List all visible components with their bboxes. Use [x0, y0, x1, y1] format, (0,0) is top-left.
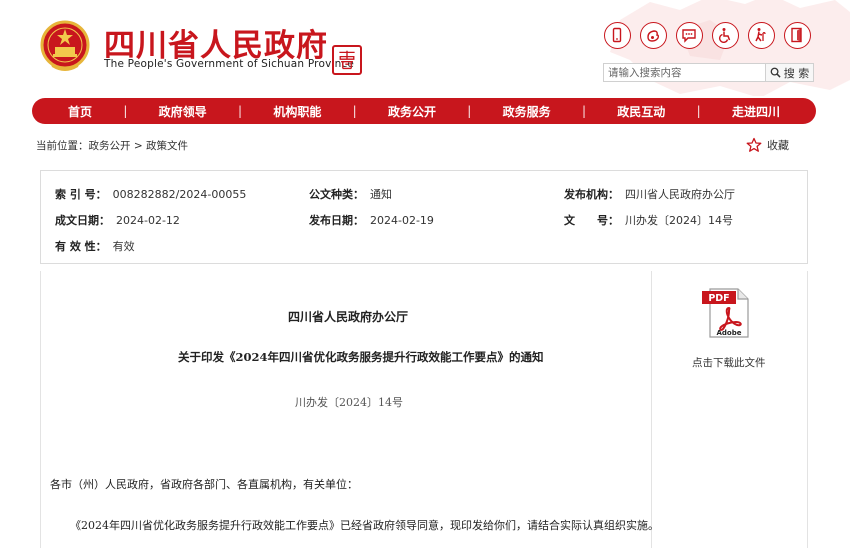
search-icon [770, 67, 781, 78]
document-title: 关于印发《2024年四川省优化政务服务提升行政效能工作要点》的通知 [178, 350, 544, 364]
meta-published-label: 发布日期： [309, 214, 364, 227]
meta-org-value: 四川省人民政府办公厅 [625, 188, 735, 201]
nav-item-public-affairs[interactable]: 政务公开 [388, 103, 436, 120]
document-meta-table: 索 引 号： 008282882/2024-00055 公文种类： 通知 发布机构：… [40, 170, 808, 264]
nav-separator: | [123, 104, 128, 118]
download-file-link[interactable]: 点击下载此文件 [692, 355, 766, 370]
document-content-area [40, 271, 808, 548]
meta-created-label: 成文日期： [55, 214, 110, 227]
search-button-label: 搜 索 [783, 66, 810, 80]
search-input[interactable] [603, 63, 766, 82]
site-header: 四川省人民政府 The People's Government of Sichu… [0, 0, 850, 96]
mobile-icon[interactable] [604, 22, 631, 49]
nav-item-home[interactable]: 首页 [68, 103, 92, 120]
meta-org-label: 发布机构： [564, 188, 619, 201]
nav-item-interaction[interactable]: 政民互动 [617, 103, 665, 120]
favorite-button[interactable]: 收藏 [746, 137, 789, 153]
exit-door-icon[interactable] [784, 22, 811, 49]
nav-item-services[interactable]: 政务服务 [503, 103, 551, 120]
main-nav: 首页 | 政府领导 | 机构职能 | 政务公开 | 政务服务 | 政民互动 | … [32, 98, 816, 124]
meta-created: 成文日期： 2024-02-12 [55, 212, 180, 228]
nav-separator: | [467, 104, 472, 118]
breadcrumb: 当前位置：政务公开 > 政策文件 [36, 138, 188, 153]
china-sichuan-seal-logo [332, 45, 362, 75]
breadcrumb-item-public-affairs[interactable]: 政务公开 [89, 140, 131, 152]
breadcrumb-prefix: 当前位置： [36, 140, 89, 152]
meta-docno-label: 文 号： [564, 214, 619, 227]
site-subtitle: The People's Government of Sichuan Provi… [104, 58, 355, 70]
star-icon [746, 137, 762, 152]
meta-type-label: 公文种类： [309, 188, 364, 201]
document-number: 川办发〔2024〕14号 [295, 396, 403, 409]
meta-org: 发布机构： 四川省人民政府办公厅 [564, 186, 735, 202]
nav-separator: | [581, 104, 586, 118]
quick-access-icons [604, 22, 812, 50]
meta-docno-value: 川办发〔2024〕14号 [625, 214, 733, 227]
nav-separator: | [696, 104, 701, 118]
meta-validity-value: 有效 [112, 240, 135, 253]
breadcrumb-item-policy-docs[interactable]: 政策文件 [146, 140, 188, 152]
meta-published: 发布日期： 2024-02-19 [309, 212, 434, 228]
meta-type: 公文种类： 通知 [309, 186, 392, 202]
search-button[interactable]: 搜 索 [766, 63, 814, 82]
favorite-label: 收藏 [767, 139, 789, 152]
meta-type-value: 通知 [370, 188, 392, 201]
meta-validity: 有 效 性： 有效 [55, 238, 135, 254]
pdf-file-icon[interactable]: PDF Adobe [702, 287, 752, 339]
nav-item-leaders[interactable]: 政府领导 [159, 103, 207, 120]
content-divider [651, 271, 652, 548]
meta-index: 索 引 号： 008282882/2024-00055 [55, 186, 246, 202]
meta-index-label: 索 引 号： [55, 188, 107, 201]
nav-item-about-sichuan[interactable]: 走进四川 [732, 103, 780, 120]
meta-validity-label: 有 效 性： [55, 240, 107, 253]
accessibility-icon[interactable] [712, 22, 739, 49]
meta-created-value: 2024-02-12 [116, 214, 180, 227]
meta-index-value: 008282882/2024-00055 [112, 188, 247, 201]
nav-item-functions[interactable]: 机构职能 [273, 103, 321, 120]
pdf-badge-text: PDF [708, 293, 729, 304]
message-icon[interactable] [676, 22, 703, 49]
pdf-brand-text: Adobe [717, 329, 742, 337]
elderly-care-icon[interactable] [748, 22, 775, 49]
nav-separator: | [352, 104, 357, 118]
national-emblem-icon [40, 20, 90, 71]
nav-separator: | [237, 104, 243, 118]
breadcrumb-separator: > [130, 140, 146, 152]
document-issuer: 四川省人民政府办公厅 [288, 310, 409, 324]
document-addressee: 各市（州）人民政府，省政府各部门、各直属机构，有关单位： [50, 478, 358, 491]
document-paragraph: 《2024年四川省优化政务服务提升行政效能工作要点》已经省政府领导同意，现印发给… [70, 519, 659, 532]
meta-docno: 文 号： 川办发〔2024〕14号 [564, 212, 733, 228]
weibo-icon[interactable] [640, 22, 667, 49]
meta-published-value: 2024-02-19 [370, 214, 434, 227]
